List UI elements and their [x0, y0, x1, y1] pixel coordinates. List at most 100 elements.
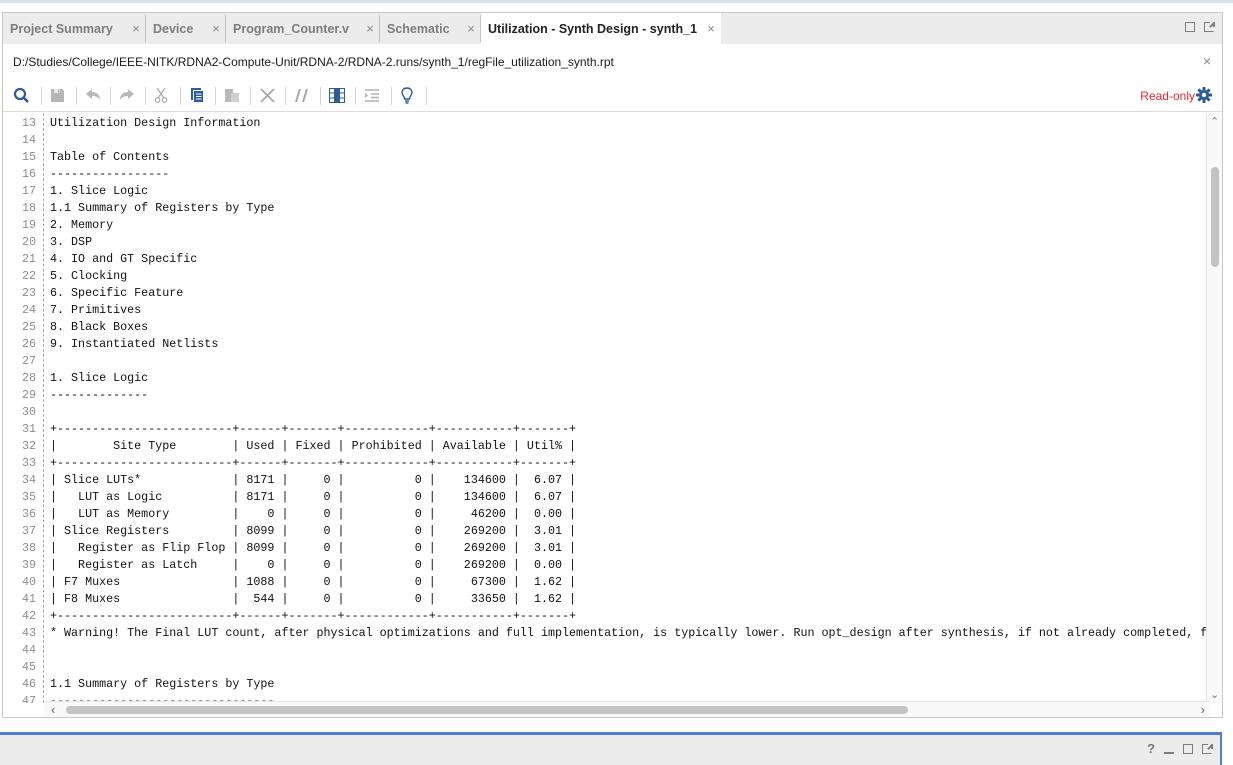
code-line: 17 1. Slice Logic [3, 183, 1209, 200]
scroll-down-icon[interactable]: ⌄ [1210, 688, 1219, 701]
close-icon[interactable]: × [364, 21, 376, 36]
close-icon[interactable]: × [705, 21, 717, 36]
close-icon[interactable]: × [465, 21, 477, 36]
line-text: | F8 Muxes | 544 | 0 | 0 | 33650 | 1.62 … [50, 592, 577, 606]
undo-icon[interactable] [83, 85, 103, 105]
line-text: 4. IO and GT Specific [50, 252, 198, 266]
code-lines: 13 Utilization Design Information 14 15 Tabl… [3, 115, 1209, 703]
scroll-left-icon[interactable]: ‹ [51, 702, 55, 717]
toolbar-divider [355, 87, 356, 105]
line-number: 17 [21, 184, 36, 198]
code-line: 35 | LUT as Logic | 8171 | 0 | 0 | 134600… [3, 489, 1209, 506]
line-number: 35 [21, 490, 36, 504]
close-icon[interactable]: × [210, 21, 222, 36]
save-icon[interactable] [47, 85, 67, 105]
line-number: 15 [21, 150, 36, 164]
code-line: 31 +-------------------------+------+----… [3, 421, 1209, 438]
toolbar-divider [250, 87, 251, 105]
line-text: +-------------------------+------+------… [50, 456, 577, 470]
line-number: 28 [21, 371, 36, 385]
code-line: 20 3. DSP [3, 234, 1209, 251]
line-text: | F7 Muxes | 1088 | 0 | 0 | 67300 | 1.62… [50, 575, 577, 589]
line-text: | Slice LUTs* | 8171 | 0 | 0 | 134600 | … [50, 473, 577, 487]
line-number: 47 [21, 694, 36, 703]
maximize-icon[interactable] [1185, 22, 1195, 32]
code-editor[interactable]: 13 Utilization Design Information 14 15 Tabl… [3, 113, 1209, 703]
line-number: 30 [21, 405, 36, 419]
line-number: 27 [21, 354, 36, 368]
editor-toolbar: Read-only [3, 78, 1222, 112]
quick-help-icon[interactable] [397, 85, 417, 105]
code-line: 13 Utilization Design Information [3, 115, 1209, 132]
vertical-scroll-thumb[interactable] [1211, 167, 1219, 267]
scroll-right-icon[interactable]: › [1201, 702, 1205, 717]
maximize-icon[interactable] [1183, 744, 1193, 754]
float-icon[interactable] [1201, 743, 1213, 754]
indent-icon[interactable] [362, 85, 382, 105]
line-number: 21 [21, 252, 36, 266]
code-line: 25 8. Black Boxes [3, 319, 1209, 336]
line-text: +-------------------------+------+------… [50, 422, 577, 436]
column-select-icon[interactable] [327, 85, 347, 105]
search-icon[interactable] [11, 85, 31, 105]
line-number: 33 [21, 456, 36, 470]
tab-label: Project Summary [10, 21, 113, 36]
tab-project-summary[interactable]: Project Summary × [3, 13, 146, 44]
code-line: 23 6. Specific Feature [3, 285, 1209, 302]
tab-label: Program_Counter.v [233, 21, 350, 36]
line-text: 2. Memory [50, 218, 114, 232]
close-icon[interactable]: × [130, 21, 142, 36]
tab-label: Utilization - Synth Design - synth_1 [488, 21, 698, 36]
code-line: 32 | Site Type | Used | Fixed | Prohibite… [3, 438, 1209, 455]
line-number: 42 [21, 609, 36, 623]
line-text: | Site Type | Used | Fixed | Prohibited … [50, 439, 577, 453]
code-line: 22 5. Clocking [3, 268, 1209, 285]
line-number: 23 [21, 286, 36, 300]
line-number: 22 [21, 269, 36, 283]
code-line: 30 [3, 404, 1209, 421]
tab-utilization[interactable]: Utilization - Synth Design - synth_1 × [481, 13, 721, 44]
code-line: 44 [3, 642, 1209, 659]
tab-program-counter[interactable]: Program_Counter.v × [226, 13, 380, 44]
float-icon[interactable] [1203, 21, 1215, 32]
help-icon[interactable]: ? [1147, 741, 1155, 756]
gear-icon[interactable] [1196, 87, 1212, 103]
line-text: | LUT as Logic | 8171 | 0 | 0 | 134600 |… [50, 490, 577, 504]
vertical-scrollbar[interactable]: ⌃ ⌄ [1206, 113, 1222, 703]
line-number: 13 [21, 116, 36, 130]
code-line: 43 * Warning! The Final LUT count, after … [3, 625, 1209, 642]
code-line: 27 [3, 353, 1209, 370]
code-line: 19 2. Memory [3, 217, 1209, 234]
line-text: ----------------- [50, 167, 170, 181]
line-text: 6. Specific Feature [50, 286, 184, 300]
delete-icon[interactable] [257, 85, 277, 105]
toggle-comment-icon[interactable] [292, 85, 312, 105]
line-number: 19 [21, 218, 36, 232]
line-number: 18 [21, 201, 36, 215]
paste-icon[interactable] [222, 85, 242, 105]
line-text: Utilization Design Information [50, 116, 261, 130]
horizontal-scrollbar[interactable]: ‹ › [44, 701, 1209, 717]
cut-icon[interactable] [151, 85, 171, 105]
tab-schematic[interactable]: Schematic × [380, 13, 481, 44]
toolbar-divider [180, 87, 181, 105]
code-line: 36 | LUT as Memory | 0 | 0 | 0 | 46200 | … [3, 506, 1209, 523]
horizontal-scroll-thumb[interactable] [66, 706, 908, 714]
code-line: 34 | Slice LUTs* | 8171 | 0 | 0 | 134600 … [3, 472, 1209, 489]
minimize-icon[interactable] [1164, 751, 1174, 754]
toolbar-divider [215, 87, 216, 105]
copy-icon[interactable] [187, 85, 207, 105]
redo-icon[interactable] [117, 85, 137, 105]
line-number: 26 [21, 337, 36, 351]
scroll-up-icon[interactable]: ⌃ [1210, 115, 1219, 128]
code-line: 45 [3, 659, 1209, 676]
toolbar-divider [285, 87, 286, 105]
line-text: | LUT as Memory | 0 | 0 | 0 | 46200 | 0.… [50, 507, 577, 521]
line-number: 37 [21, 524, 36, 538]
line-number: 38 [21, 541, 36, 555]
code-line: 40 | F7 Muxes | 1088 | 0 | 0 | 67300 | 1.… [3, 574, 1209, 591]
close-icon[interactable]: × [1203, 53, 1211, 69]
code-line: 41 | F8 Muxes | 544 | 0 | 0 | 33650 | 1.6… [3, 591, 1209, 608]
tab-device[interactable]: Device × [146, 13, 226, 44]
line-text: 1.1 Summary of Registers by Type [50, 201, 275, 215]
